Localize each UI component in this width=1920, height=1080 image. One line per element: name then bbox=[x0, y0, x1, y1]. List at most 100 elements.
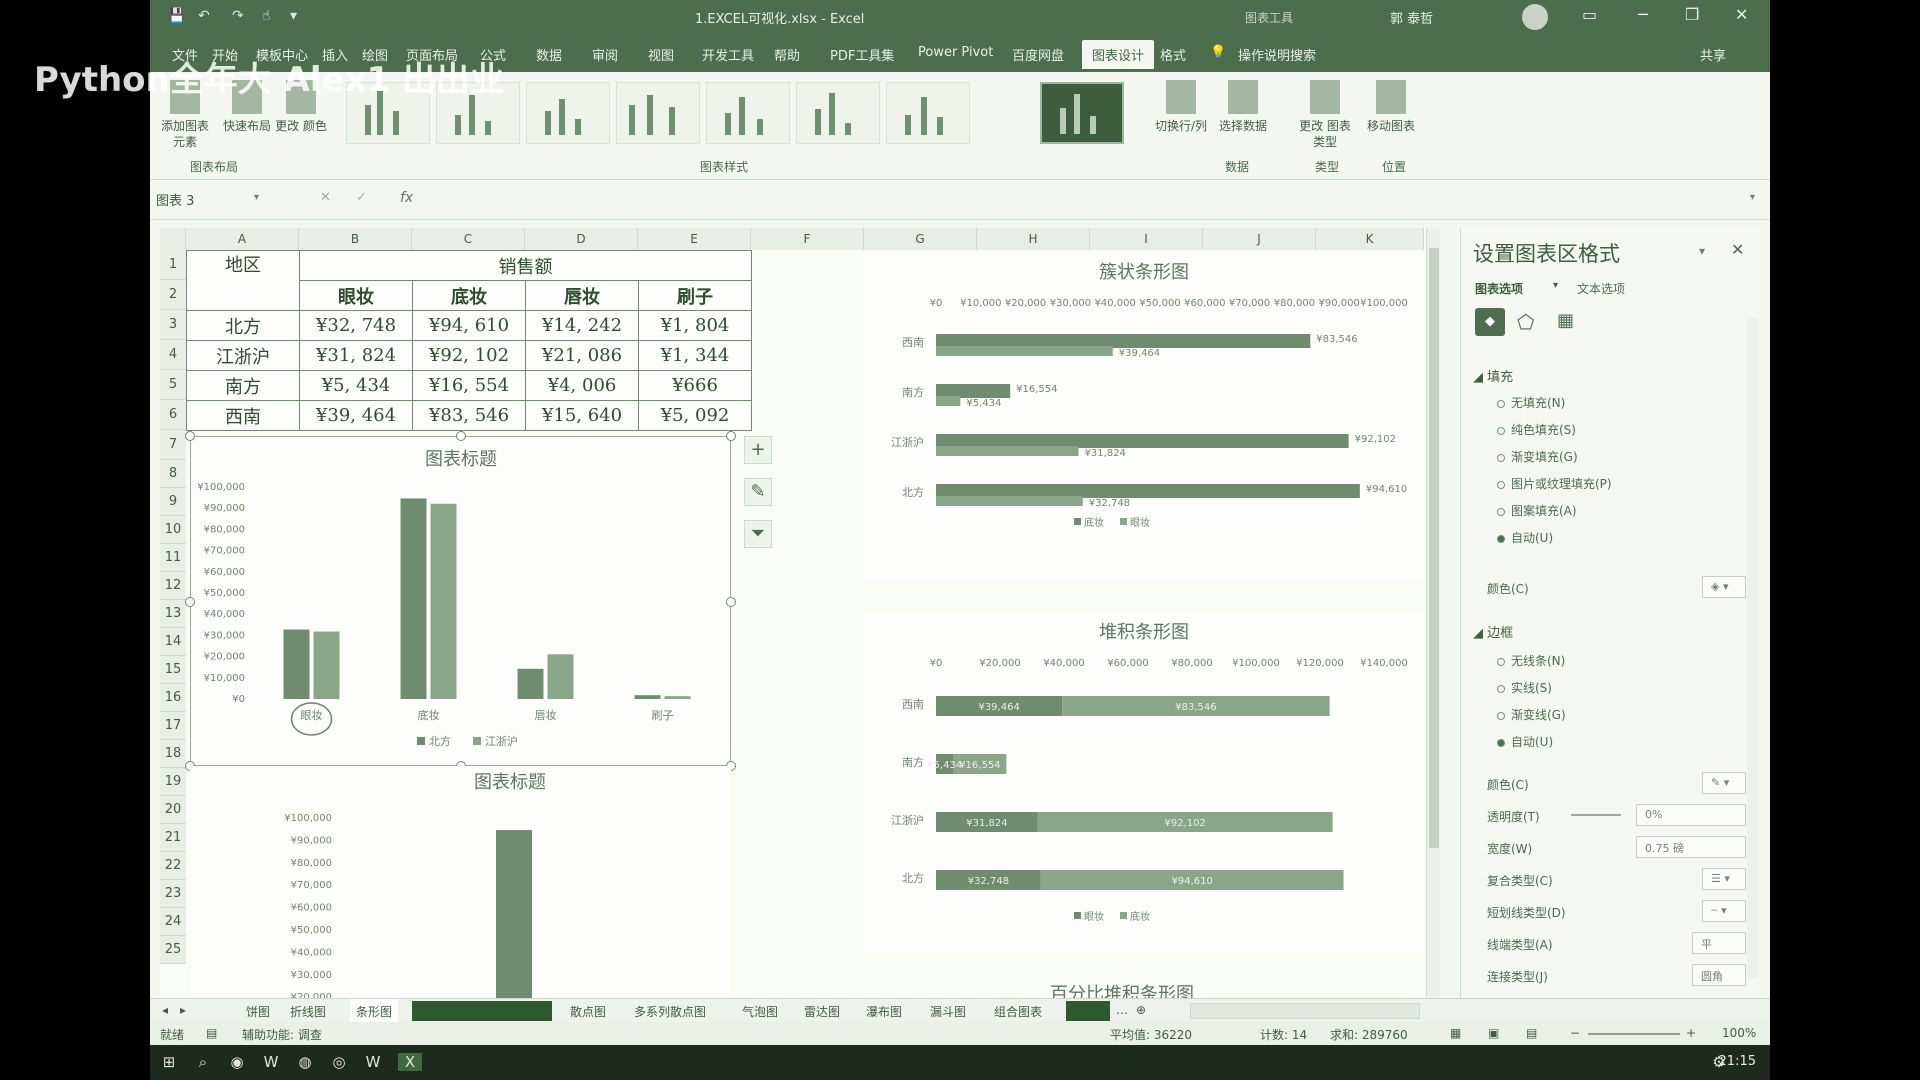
border-option[interactable]: 无线条(N) bbox=[1497, 652, 1565, 669]
tab-chart-design[interactable]: 图表设计 bbox=[1082, 40, 1155, 69]
table-cell[interactable]: ¥666 bbox=[638, 370, 752, 401]
tab-developer[interactable]: 开发工具 bbox=[702, 45, 754, 64]
pane-close-icon[interactable]: ✕ bbox=[1731, 240, 1744, 259]
col-header-i[interactable]: I bbox=[1090, 228, 1203, 250]
row-header[interactable]: 22 bbox=[160, 852, 186, 880]
row-header[interactable]: 8 bbox=[160, 460, 186, 488]
border-section-header[interactable]: ◢ 边框 bbox=[1473, 622, 1513, 641]
fill-option-auto-selected[interactable]: 自动(U) bbox=[1497, 529, 1553, 546]
save-icon[interactable]: 💾 bbox=[168, 8, 185, 24]
fill-option[interactable]: 图案填充(A) bbox=[1497, 502, 1577, 519]
table-cell[interactable]: ¥83, 546 bbox=[412, 400, 526, 431]
more-sheets-icon[interactable]: … bbox=[1116, 1003, 1128, 1017]
page-layout-view-icon[interactable]: ▣ bbox=[1488, 1026, 1499, 1040]
excel-icon[interactable]: X bbox=[398, 1053, 422, 1071]
transparency-input[interactable]: 0% bbox=[1636, 804, 1746, 826]
col-brush[interactable]: 刷子 bbox=[638, 280, 752, 311]
table-cell[interactable]: 江浙沪 bbox=[186, 340, 300, 371]
resize-handle[interactable] bbox=[456, 431, 466, 441]
row-header[interactable]: 10 bbox=[160, 516, 186, 544]
pane-scrollbar[interactable] bbox=[1747, 318, 1759, 978]
touch-mode-icon[interactable]: ☝ bbox=[262, 8, 271, 24]
sheet-tab-hidden-highlight[interactable] bbox=[1066, 1001, 1110, 1021]
insert-function-icon[interactable]: fx bbox=[400, 190, 413, 206]
col-header-d[interactable]: D bbox=[525, 228, 638, 250]
user-name[interactable]: 郭 泰哲 bbox=[1390, 8, 1433, 27]
table-cell[interactable]: 南方 bbox=[186, 370, 300, 401]
col-header-a[interactable]: A bbox=[186, 228, 299, 250]
search-icon[interactable]: ⌕ bbox=[194, 1053, 212, 1071]
chart-options-dropdown-icon[interactable]: ▾ bbox=[1553, 280, 1558, 291]
tab-help[interactable]: 帮助 bbox=[774, 45, 800, 64]
minimize-button[interactable]: ─ bbox=[1638, 5, 1648, 24]
browser-icon[interactable]: ◉ bbox=[228, 1053, 246, 1071]
tell-me-search[interactable]: 操作说明搜索 bbox=[1238, 45, 1316, 64]
tab-format[interactable]: 格式 bbox=[1160, 45, 1186, 64]
row-header[interactable]: 9 bbox=[160, 488, 186, 516]
row-header[interactable]: 18 bbox=[160, 740, 186, 768]
sheet-tab[interactable]: 饼图 bbox=[246, 1003, 270, 1020]
windows-start-icon[interactable]: ⊞ bbox=[160, 1053, 178, 1071]
row-header[interactable]: 17 bbox=[160, 712, 186, 740]
fill-option[interactable]: 渐变填充(G) bbox=[1497, 448, 1578, 465]
chart-filters-icon[interactable]: ⏷ bbox=[744, 520, 772, 548]
table-cell[interactable]: ¥31, 824 bbox=[299, 340, 413, 371]
stacked-bar-chart[interactable]: 堆积条形图 ¥0 ¥20,000 ¥40,000 ¥60,000 ¥80,000 ¥100,… bbox=[864, 612, 1424, 952]
table-cell[interactable]: ¥5, 434 bbox=[299, 370, 413, 401]
fill-section-header[interactable]: ◢ 填充 bbox=[1473, 366, 1513, 385]
chart-elements-button[interactable]: + bbox=[744, 436, 772, 464]
resize-handle[interactable] bbox=[726, 431, 736, 441]
scroll-tabs-left-icon[interactable]: ◂ bbox=[162, 1003, 168, 1017]
restore-button[interactable]: ❐ bbox=[1685, 5, 1699, 24]
sales-table[interactable]: 地区 销售额 眼妆 底妆 唇妆 刷子 北方 ¥32, 748 ¥94, 610 ¥14… bbox=[186, 250, 752, 431]
fill-color-picker[interactable]: ◈ ▾ bbox=[1702, 576, 1746, 598]
row-header[interactable]: 13 bbox=[160, 600, 186, 628]
chart-styles-brush-icon[interactable]: ✎ bbox=[744, 478, 772, 506]
col-eye[interactable]: 眼妆 bbox=[299, 280, 413, 311]
app-icon[interactable]: ◍ bbox=[296, 1053, 314, 1071]
chart-style-6[interactable] bbox=[796, 82, 880, 144]
row-header[interactable]: 2 bbox=[160, 280, 186, 310]
table-cell[interactable]: ¥1, 344 bbox=[638, 340, 752, 371]
change-chart-type-button[interactable]: 更改 图表类型 bbox=[1294, 80, 1356, 150]
row-header[interactable]: 19 bbox=[160, 768, 186, 796]
sheet-tab[interactable]: 气泡图 bbox=[742, 1003, 778, 1020]
resize-handle[interactable] bbox=[185, 431, 195, 441]
chrome-icon[interactable]: ◎ bbox=[330, 1053, 348, 1071]
new-sheet-icon[interactable]: ⊕ bbox=[1136, 1003, 1146, 1017]
horizontal-scrollbar[interactable] bbox=[1190, 1003, 1420, 1019]
redo-icon[interactable]: ↷ bbox=[232, 8, 244, 24]
name-box[interactable]: 图表 3 bbox=[156, 190, 268, 212]
scrollbar-thumb[interactable] bbox=[1429, 248, 1439, 848]
region-header[interactable]: 地区 bbox=[186, 250, 300, 311]
row-header[interactable]: 15 bbox=[160, 656, 186, 684]
worksheet-grid[interactable]: A B C D E F G H I J K 1 2 3 4 5 6 7 8 9 10 11 12 13 1… bbox=[160, 228, 1440, 1042]
ribbon-display-icon[interactable]: ▭ bbox=[1582, 5, 1597, 24]
table-cell[interactable]: ¥16, 554 bbox=[412, 370, 526, 401]
avatar[interactable] bbox=[1522, 4, 1548, 30]
row-header[interactable]: 12 bbox=[160, 572, 186, 600]
row-header[interactable]: 7 bbox=[160, 430, 186, 460]
row-header[interactable]: 23 bbox=[160, 880, 186, 908]
tab-view[interactable]: 视图 bbox=[648, 45, 674, 64]
tab-baidu[interactable]: 百度网盘 bbox=[1012, 45, 1064, 64]
word-icon[interactable]: W bbox=[364, 1053, 382, 1071]
chart-style-7[interactable] bbox=[886, 82, 970, 144]
effects-pentagon-icon[interactable]: ⬠ bbox=[1517, 310, 1534, 334]
tab-data[interactable]: 数据 bbox=[536, 45, 562, 64]
col-lip[interactable]: 唇妆 bbox=[525, 280, 639, 311]
col-header-j[interactable]: J bbox=[1203, 228, 1316, 250]
sheet-tab[interactable]: 漏斗图 bbox=[930, 1003, 966, 1020]
resize-handle[interactable] bbox=[185, 597, 195, 607]
sheet-tab[interactable]: 散点图 bbox=[570, 1003, 606, 1020]
table-cell[interactable]: ¥4, 006 bbox=[525, 370, 639, 401]
enter-icon[interactable]: ✓ bbox=[356, 190, 367, 205]
select-data-button[interactable]: 选择数据 bbox=[1212, 80, 1274, 134]
scroll-tabs-right-icon[interactable]: ▸ bbox=[180, 1003, 186, 1017]
row-header[interactable]: 4 bbox=[160, 340, 186, 370]
col-header-f[interactable]: F bbox=[751, 228, 864, 250]
row-header[interactable]: 21 bbox=[160, 824, 186, 852]
sheet-tab[interactable]: 多系列散点图 bbox=[634, 1003, 706, 1020]
col-header-b[interactable]: B bbox=[299, 228, 412, 250]
border-option[interactable]: 渐变线(G) bbox=[1497, 706, 1566, 723]
